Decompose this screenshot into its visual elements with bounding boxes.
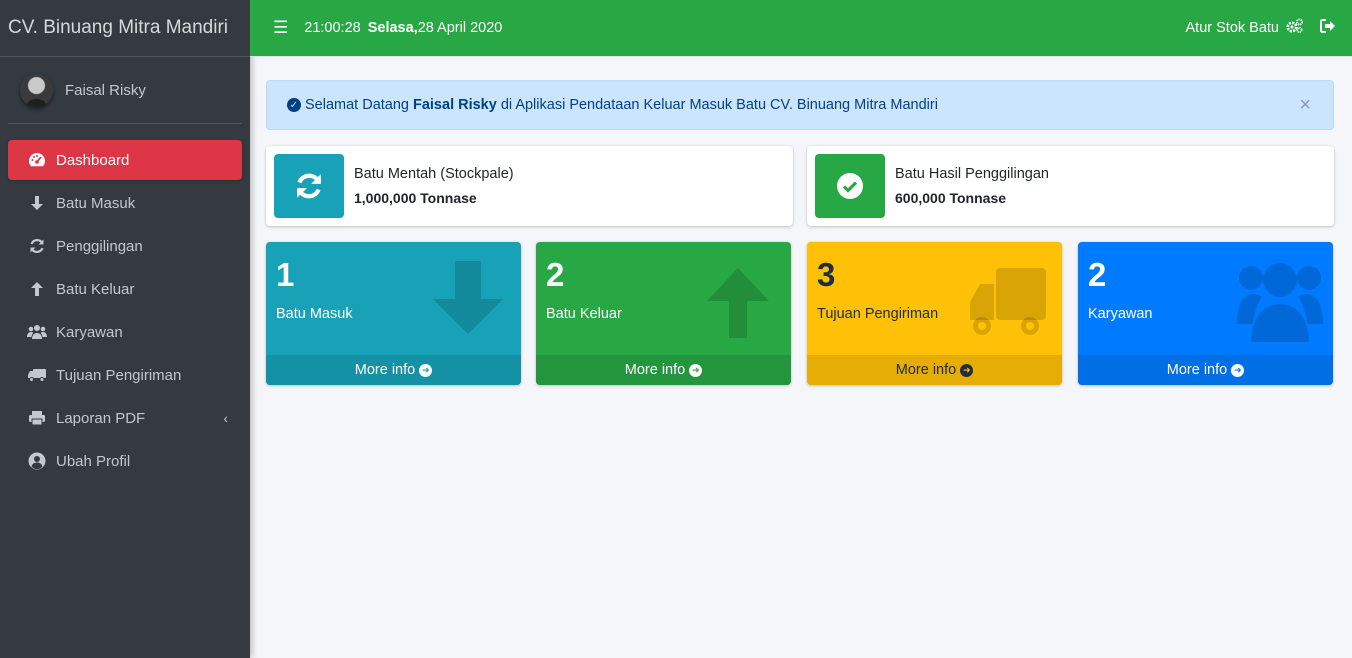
more-info-label: More info [624,362,686,378]
more-info-link[interactable]: More info ➜ [536,355,791,385]
more-info-label: More info [895,362,957,378]
sidebar-item-tujuan-pengiriman[interactable]: Tujuan Pengiriman [8,355,242,395]
arrow-down-icon [433,261,503,334]
arrow-circle-right-icon: ➜ [960,363,974,377]
sidebar-nav: Dashboard Batu Masuk Penggilingan Batu K… [0,124,250,481]
sidebar-item-dashboard[interactable]: Dashboard [8,140,242,180]
sidebar-item-label: Laporan PDF [56,409,146,427]
more-info-link[interactable]: More info ➜ [266,355,521,385]
info-box-raw-stone: Batu Mentah (Stockpale) 1,000,000 Tonnas… [266,146,793,226]
cogs-icon[interactable] [1286,18,1304,39]
arrow-down-icon [26,195,48,211]
info-box-content: Batu Mentah (Stockpale) 1,000,000 Tonnas… [354,162,514,210]
more-info-link[interactable]: More info ➜ [807,355,1062,385]
user-panel: Faisal Risky [8,57,242,124]
sidebar-item-label: Batu Keluar [56,280,135,298]
check-circle-icon: ✓ [287,98,301,112]
tachometer-icon [26,152,48,168]
sidebar-item-batu-masuk[interactable]: Batu Masuk [8,183,242,223]
navbar-right: Atur Stok Batu [1186,18,1337,39]
users-icon [1237,263,1323,342]
sidebar-item-label: Penggilingan [56,237,143,255]
info-box-label: Batu Hasil Penggilingan [895,166,1049,182]
chevron-left-icon: ‹ [223,410,228,426]
welcome-alert: ✓ Selamat Datang Faisal Risky di Aplikas… [266,80,1334,130]
refresh-icon [274,154,344,218]
sidebar-item-batu-keluar[interactable]: Batu Keluar [8,269,242,309]
top-navbar: ☰ 21:00:28 Selasa, 28 April 2020 Atur St… [250,0,1352,57]
clock: 21:00:28 [304,20,361,36]
arrow-circle-right-icon: ➜ [419,363,433,377]
sidebar-item-laporan-pdf[interactable]: Laporan PDF ‹ [8,398,242,438]
stock-settings-link[interactable]: Atur Stok Batu [1186,20,1280,36]
small-box-batu-masuk: 1 Batu Masuk More info ➜ [266,242,521,385]
sidebar-item-label: Karyawan [56,323,123,341]
sidebar-item-ubah-profil[interactable]: Ubah Profil [8,441,242,481]
alert-user-name: Faisal Risky [412,97,497,113]
alert-message: di Aplikasi Pendataan Keluar Masuk Batu … [500,97,938,113]
menu-toggle-icon[interactable]: ☰ [273,18,288,38]
users-icon [26,324,48,340]
small-box-batu-keluar: 2 Batu Keluar More info ➜ [536,242,791,385]
sidebar-item-label: Batu Masuk [56,194,136,212]
user-circle-icon [26,452,48,470]
info-box-value: 600,000 Tonnase [895,190,1007,206]
sidebar-item-penggilingan[interactable]: Penggilingan [8,226,242,266]
user-name[interactable]: Faisal Risky [65,82,146,99]
sign-out-icon[interactable] [1320,19,1336,37]
more-info-link[interactable]: More info ➜ [1078,355,1333,385]
arrow-circle-right-icon: ➜ [1231,363,1245,377]
more-info-label: More info [354,362,416,378]
small-box-karyawan: 2 Karyawan More info ➜ [1078,242,1333,385]
more-info-label: More info [1166,362,1228,378]
truck-icon [970,268,1046,335]
sidebar-item-label: Dashboard [56,151,130,169]
info-box-label: Batu Mentah (Stockpale) [354,166,514,182]
print-icon [26,410,48,426]
refresh-icon [26,238,48,254]
check-circle-icon [815,154,885,218]
brand-text: CV. Binuang Mitra Mandiri [8,17,229,38]
brand-link[interactable]: CV. Binuang Mitra Mandiri [0,0,250,57]
avatar [20,73,53,107]
sidebar-item-label: Tujuan Pengiriman [56,366,182,384]
info-box-value: 1,000,000 Tonnase [354,190,477,206]
alert-prefix: Selamat Datang [305,97,409,113]
truck-icon [26,367,48,383]
arrow-up-icon [26,281,48,297]
sidebar-item-label: Ubah Profil [56,452,131,470]
info-box-milled-stone: Batu Hasil Penggilingan 600,000 Tonnase [807,146,1334,226]
small-box-tujuan-pengiriman: 3 Tujuan Pengiriman More info ➜ [807,242,1062,385]
sidebar: CV. Binuang Mitra Mandiri Faisal Risky D… [0,0,250,658]
date-day: Selasa, [367,20,418,36]
arrow-circle-right-icon: ➜ [689,363,703,377]
info-box-content: Batu Hasil Penggilingan 600,000 Tonnase [895,162,1049,210]
sidebar-item-karyawan[interactable]: Karyawan [8,312,242,352]
date-text: 28 April 2020 [417,20,503,36]
arrow-up-icon [707,268,769,338]
close-alert-button[interactable]: × [1299,94,1311,117]
